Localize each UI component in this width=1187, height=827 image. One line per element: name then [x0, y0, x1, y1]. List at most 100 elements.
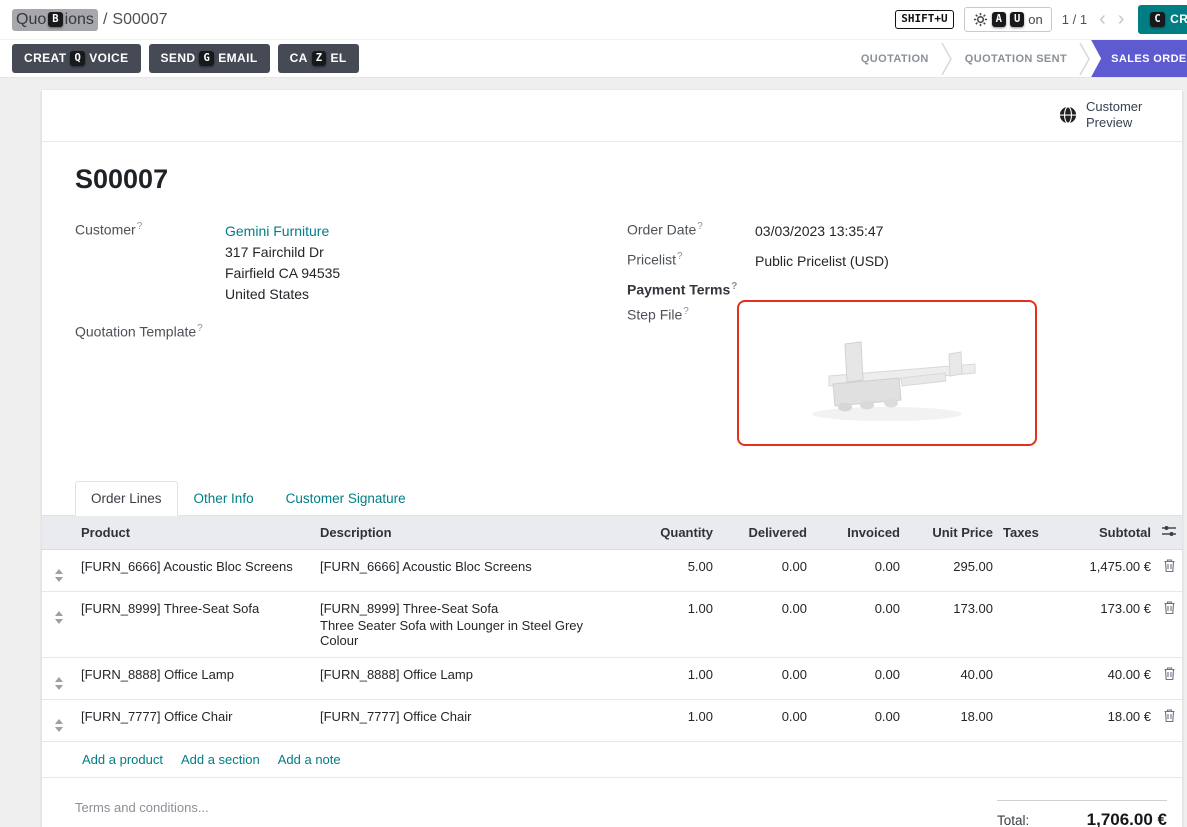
table-row: [FURN_6666] Acoustic Bloc Screens [FURN_…	[42, 550, 1182, 592]
help-icon: ?	[697, 221, 703, 232]
cell-invoiced[interactable]: 0.00	[812, 700, 905, 742]
table-row: [FURN_7777] Office Chair [FURN_7777] Off…	[42, 700, 1182, 742]
cell-description[interactable]: [FURN_6666] Acoustic Bloc Screens	[315, 550, 623, 592]
keyboard-hint-badge: G	[199, 51, 214, 67]
page-title[interactable]: S00007	[75, 164, 1149, 195]
cell-quantity[interactable]: 1.00	[623, 592, 718, 658]
column-header-quantity: Quantity	[623, 516, 718, 550]
send-by-email-button[interactable]: SEND G EMAIL	[149, 44, 270, 74]
cell-taxes[interactable]	[998, 700, 1046, 742]
stage-separator-icon	[1079, 42, 1091, 76]
customer-preview-button[interactable]: Customer Preview	[1059, 99, 1152, 132]
cell-product[interactable]: [FURN_7777] Office Chair	[76, 700, 315, 742]
stage-quotation-sent[interactable]: QUOTATION SENT	[953, 53, 1079, 65]
gear-icon	[973, 12, 988, 27]
field-quotation-template: Quotation Template?	[75, 323, 627, 340]
cell-subtotal: 18.00 €	[1046, 700, 1156, 742]
customer-link[interactable]: Gemini Furniture	[225, 223, 329, 239]
stage-sales-order[interactable]: SALES ORDER	[1091, 40, 1187, 77]
customer-label: Customer?	[75, 221, 225, 238]
column-header-invoiced: Invoiced	[812, 516, 905, 550]
help-icon: ?	[683, 306, 689, 317]
control-panel-top: Quo B ions / S00007 SHIFT+U A U on 1 / 1	[0, 0, 1187, 40]
cell-quantity[interactable]: 1.00	[623, 658, 718, 700]
cell-product[interactable]: [FURN_8888] Office Lamp	[76, 658, 315, 700]
add-a-note-link[interactable]: Add a note	[278, 752, 341, 767]
cell-description[interactable]: [FURN_7777] Office Chair	[315, 700, 623, 742]
stage-quotation[interactable]: QUOTATION	[849, 53, 941, 65]
add-a-section-link[interactable]: Add a section	[181, 752, 260, 767]
pager-next-button[interactable]: ›	[1114, 9, 1129, 29]
cell-unit-price[interactable]: 295.00	[905, 550, 998, 592]
delete-line-button[interactable]	[1164, 709, 1175, 725]
cell-product[interactable]: [FURN_8999] Three-Seat Sofa	[76, 592, 315, 658]
total-value: 1,706.00 €	[1087, 810, 1167, 827]
notebook-tabs: Order Lines Other Info Customer Signatur…	[42, 481, 1182, 516]
customer-preview-label: Customer Preview	[1086, 99, 1152, 132]
cell-delivered[interactable]: 0.00	[718, 700, 812, 742]
table-row: [FURN_8888] Office Lamp [FURN_8888] Offi…	[42, 658, 1182, 700]
pricelist-value[interactable]: Public Pricelist (USD)	[755, 251, 889, 272]
table-header-row: Product Description Quantity Delivered I…	[42, 516, 1182, 550]
cell-description[interactable]: [FURN_8999] Three-Seat Sofa Three Seater…	[315, 592, 623, 658]
cell-invoiced[interactable]: 0.00	[812, 592, 905, 658]
cell-delivered[interactable]: 0.00	[718, 658, 812, 700]
drag-handle[interactable]	[55, 569, 63, 582]
cell-quantity[interactable]: 5.00	[623, 550, 718, 592]
description-line: [FURN_8999] Three-Seat Sofa	[320, 601, 618, 616]
breadcrumb-current: S00007	[112, 11, 167, 29]
field-step-file: Step File?	[627, 306, 1149, 446]
cell-delivered[interactable]: 0.00	[718, 592, 812, 658]
tab-other-info[interactable]: Other Info	[178, 481, 270, 516]
cell-unit-price[interactable]: 18.00	[905, 700, 998, 742]
create-button-label: CREATE	[1170, 12, 1187, 26]
add-a-product-link[interactable]: Add a product	[82, 752, 163, 767]
cell-invoiced[interactable]: 0.00	[812, 550, 905, 592]
cell-taxes[interactable]	[998, 592, 1046, 658]
keyboard-hint-badge: B	[48, 12, 62, 28]
column-header-delivered: Delivered	[718, 516, 812, 550]
cell-unit-price[interactable]: 40.00	[905, 658, 998, 700]
sheet-fields: S00007 Customer? Gemini Furniture 317 Fa…	[42, 164, 1182, 456]
cell-taxes[interactable]	[998, 658, 1046, 700]
keyboard-hint-badge: Q	[70, 51, 85, 67]
content-area: Customer Preview S00007 Customer? Gemini…	[0, 78, 1187, 827]
sheet-header-row: Customer Preview	[42, 90, 1182, 142]
tab-order-lines[interactable]: Order Lines	[75, 481, 178, 516]
delete-line-button[interactable]	[1164, 667, 1175, 683]
cell-product[interactable]: [FURN_6666] Acoustic Bloc Screens	[76, 550, 315, 592]
step-file-label: Step File?	[627, 306, 737, 323]
cell-invoiced[interactable]: 0.00	[812, 658, 905, 700]
control-panel-right: SHIFT+U A U on 1 / 1 ‹ › C	[895, 5, 1175, 35]
keyboard-hint-badge: A	[992, 12, 1006, 28]
action-menu-button[interactable]: A U on	[964, 7, 1052, 33]
drag-handle[interactable]	[55, 719, 63, 732]
stage-separator-icon	[941, 42, 953, 76]
breadcrumb-separator: /	[103, 11, 107, 29]
cell-unit-price[interactable]: 173.00	[905, 592, 998, 658]
cell-subtotal: 40.00 €	[1046, 658, 1156, 700]
drag-handle[interactable]	[55, 677, 63, 690]
step-file-image[interactable]	[737, 300, 1037, 446]
cancel-button[interactable]: CA Z EL	[278, 44, 359, 74]
pager-previous-button[interactable]: ‹	[1095, 9, 1110, 29]
cell-description[interactable]: [FURN_8888] Office Lamp	[315, 658, 623, 700]
terms-and-conditions-field[interactable]: Terms and conditions...	[75, 800, 209, 815]
cell-delivered[interactable]: 0.00	[718, 550, 812, 592]
delete-line-button[interactable]	[1164, 601, 1175, 617]
tab-customer-signature[interactable]: Customer Signature	[270, 481, 422, 516]
optional-columns-button[interactable]	[1162, 525, 1176, 540]
field-pricelist: Pricelist? Public Pricelist (USD)	[627, 251, 1149, 272]
create-button[interactable]: C CREATE	[1138, 5, 1187, 35]
create-invoice-button[interactable]: CREAT Q VOICE	[12, 44, 141, 74]
sliders-icon	[1162, 525, 1176, 537]
trash-icon	[1164, 709, 1175, 722]
drag-handle[interactable]	[55, 611, 63, 624]
order-date-value[interactable]: 03/03/2023 13:35:47	[755, 221, 883, 242]
delete-line-button[interactable]	[1164, 559, 1175, 575]
breadcrumb-quotations-link[interactable]: Quo B ions	[12, 9, 98, 31]
trash-icon	[1164, 559, 1175, 572]
cell-taxes[interactable]	[998, 550, 1046, 592]
cell-quantity[interactable]: 1.00	[623, 700, 718, 742]
help-icon: ?	[197, 323, 203, 334]
